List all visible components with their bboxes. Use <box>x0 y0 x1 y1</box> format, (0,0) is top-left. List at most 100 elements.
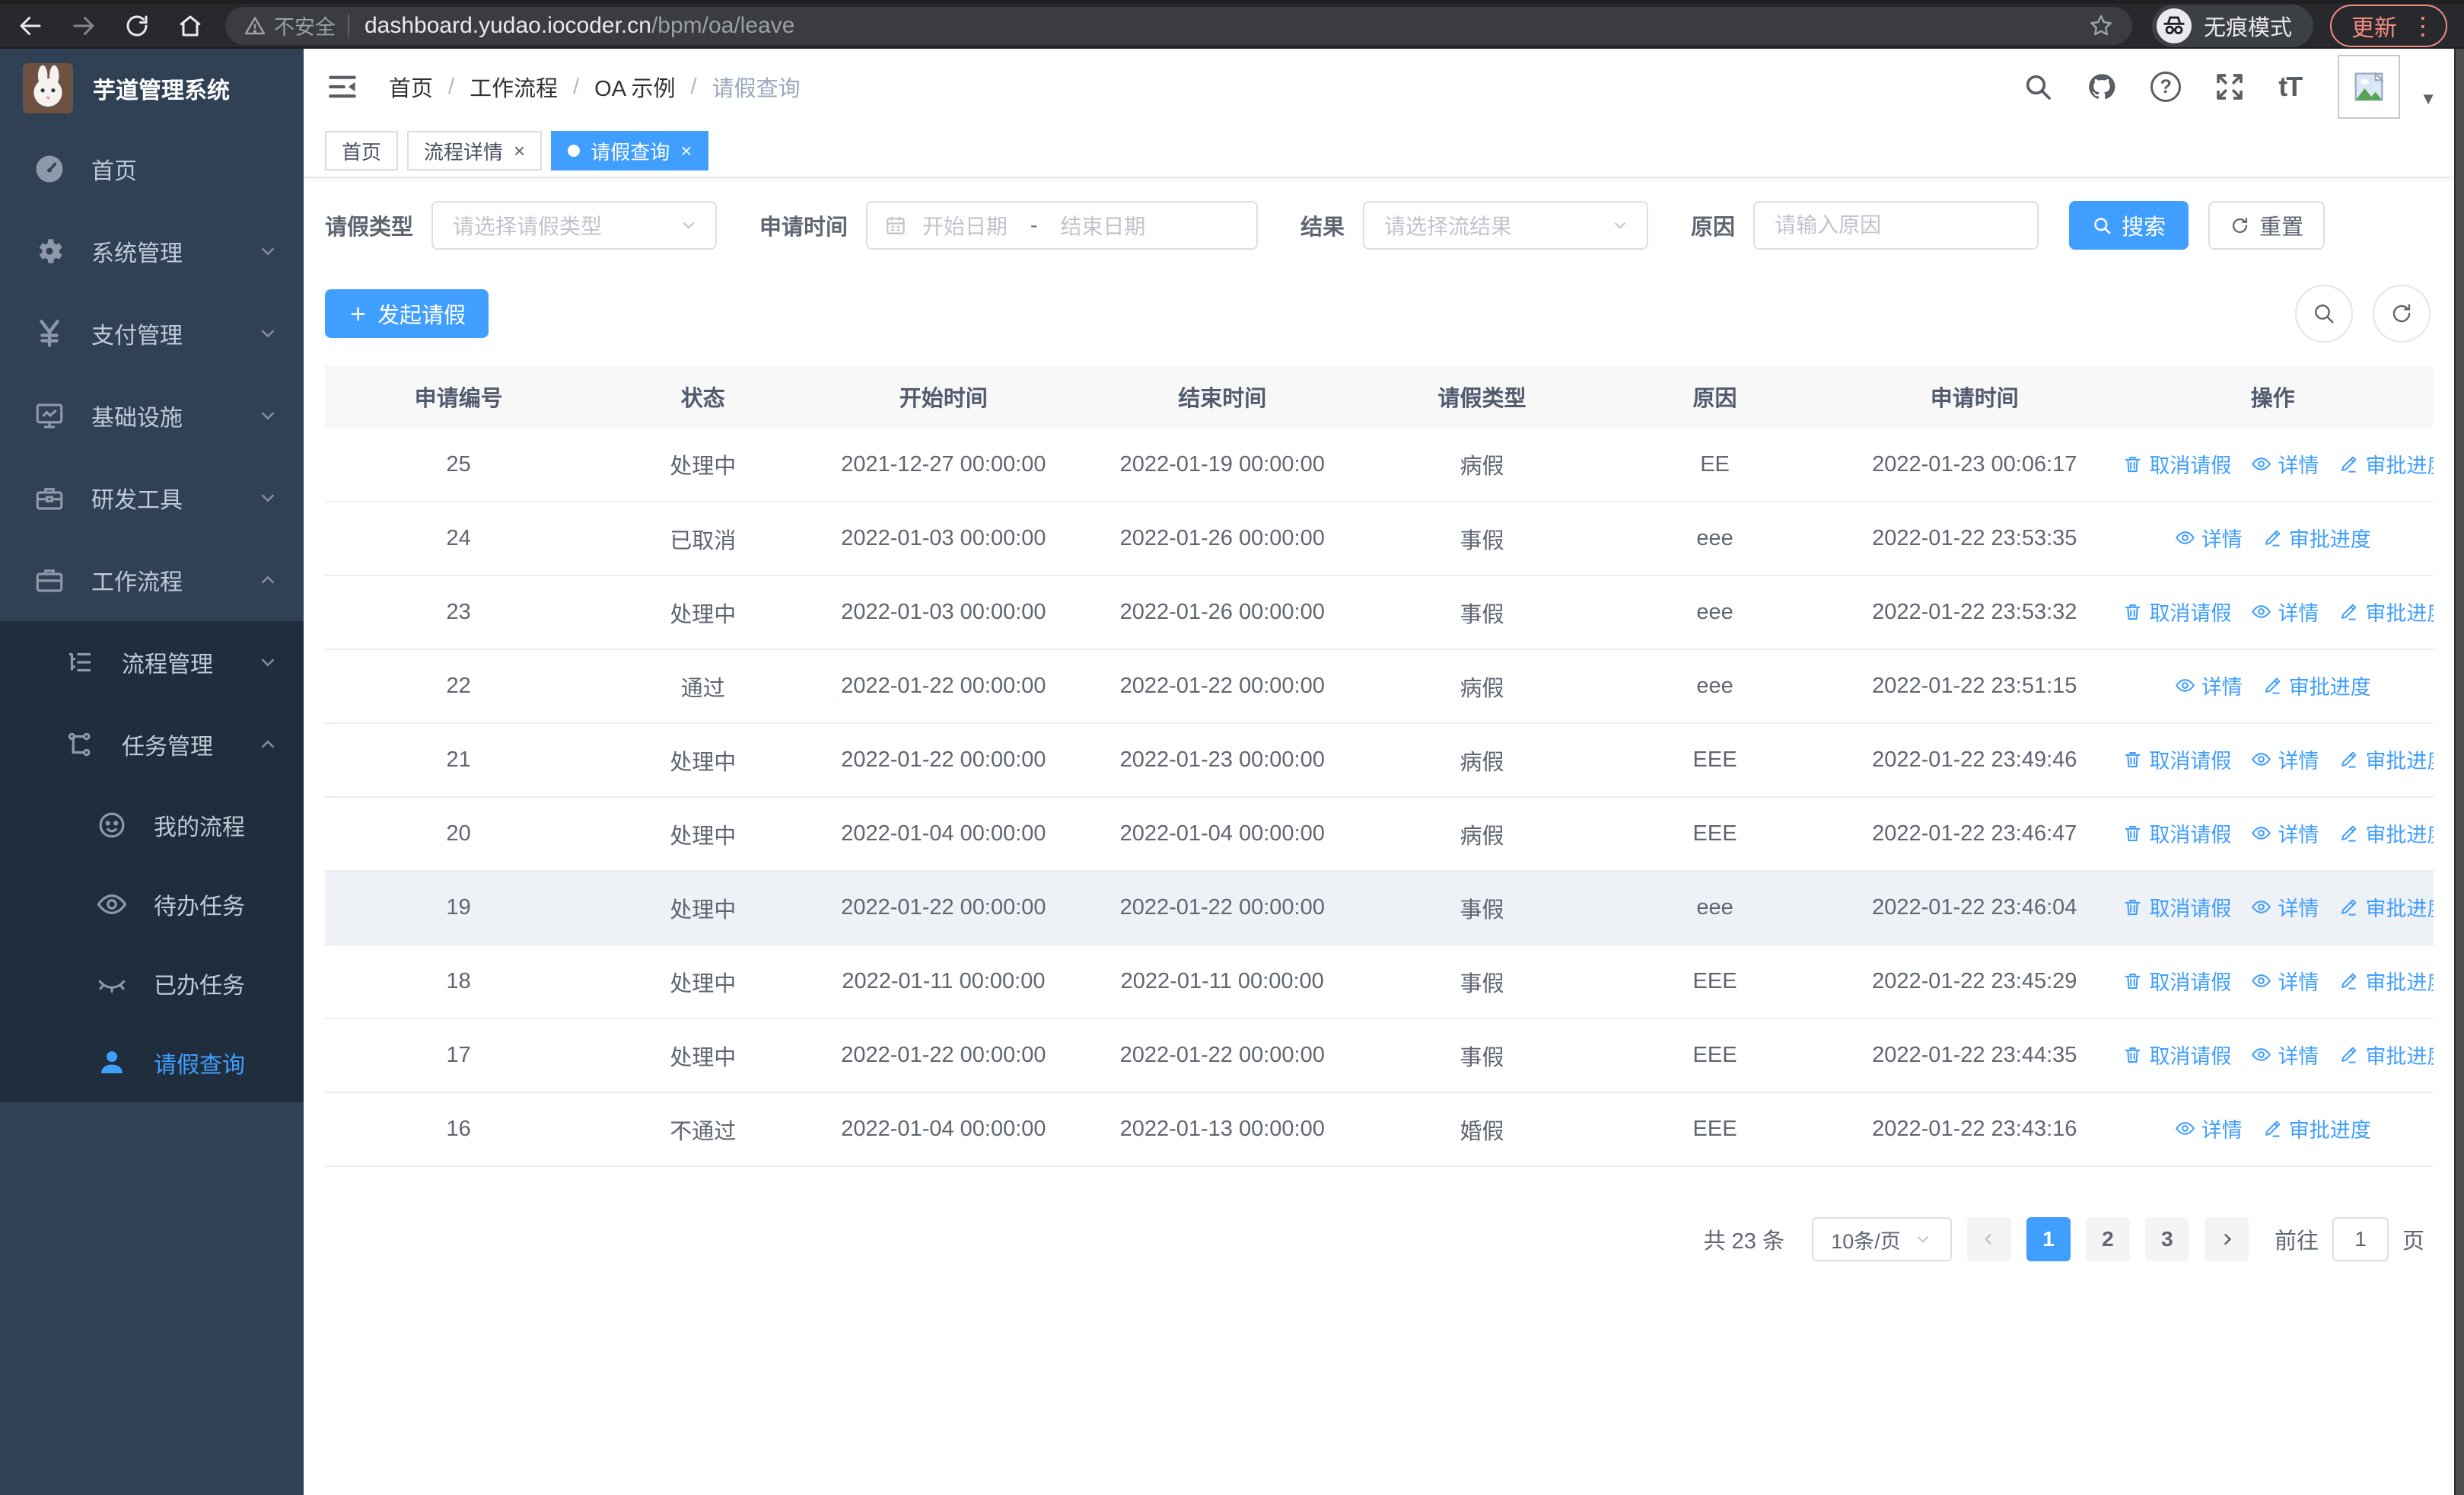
home-icon[interactable] <box>177 12 204 40</box>
action-detail-link[interactable]: 详情 <box>2251 449 2319 479</box>
action-detail-link[interactable]: 详情 <box>2251 744 2319 774</box>
reset-button[interactable]: 重置 <box>2208 201 2326 250</box>
action-progress-link[interactable]: 审批进度 <box>2338 449 2434 479</box>
page-button-2[interactable]: 2 <box>2085 1217 2130 1261</box>
fullscreen-icon[interactable] <box>2214 72 2245 102</box>
action-cancel-link[interactable]: 取消请假 <box>2122 892 2231 922</box>
update-label[interactable]: 更新 <box>2351 9 2397 43</box>
close-icon[interactable]: × <box>514 139 525 163</box>
apply-time-range-picker[interactable]: 开始日期 - 结束日期 <box>866 201 1259 250</box>
breadcrumb-home[interactable]: 首页 <box>389 71 433 103</box>
action-cancel-link[interactable]: 取消请假 <box>2122 818 2231 848</box>
bookmark-star-icon[interactable] <box>2088 13 2114 39</box>
action-progress-link[interactable]: 审批进度 <box>2338 892 2434 922</box>
action-cancel-link[interactable]: 取消请假 <box>2122 966 2231 996</box>
table-row[interactable]: 25 处理中 2021-12-27 00:00:00 2022-01-19 00… <box>325 428 2434 502</box>
eye-open-icon <box>96 888 128 920</box>
app-logo[interactable]: 芋道管理系统 <box>0 49 304 128</box>
action-progress-link[interactable]: 审批进度 <box>2262 671 2371 700</box>
sidebar-item-process-mgmt[interactable]: 流程管理 <box>0 621 304 703</box>
table-row[interactable]: 21 处理中 2022-01-22 00:00:00 2022-01-23 00… <box>325 723 2434 798</box>
action-progress-link[interactable]: 审批进度 <box>2262 1114 2371 1143</box>
sidebar-item-done-tasks[interactable]: 已办任务 <box>0 944 304 1023</box>
breadcrumb-oa-example[interactable]: OA 示例 <box>594 71 675 103</box>
close-icon[interactable]: × <box>680 139 692 163</box>
avatar[interactable] <box>2338 55 2401 119</box>
action-progress-link[interactable]: 审批进度 <box>2338 1040 2434 1069</box>
tab-leave-query[interactable]: 请假查询 × <box>551 131 709 171</box>
forward-icon[interactable] <box>70 12 97 40</box>
action-progress-link[interactable]: 审批进度 <box>2262 523 2371 553</box>
action-cancel-link[interactable]: 取消请假 <box>2122 597 2231 626</box>
page-button-3[interactable]: 3 <box>2144 1217 2189 1261</box>
reload-icon[interactable] <box>123 12 151 40</box>
tab-process-detail[interactable]: 流程详情 × <box>407 131 543 171</box>
security-label[interactable]: 不安全 <box>274 11 336 40</box>
page-size-select[interactable]: 10条/页 <box>1811 1217 1952 1261</box>
cell-actions: 详情 审批进度 <box>2112 502 2434 576</box>
action-detail-link[interactable]: 详情 <box>2175 1114 2243 1143</box>
sidebar-item-infra[interactable]: 基础设施 <box>0 375 304 457</box>
not-secure-warning-icon[interactable] <box>244 14 266 37</box>
sidebar-item-payment[interactable]: 支付管理 <box>0 292 304 375</box>
goto-page-input[interactable] <box>2332 1217 2389 1261</box>
table-row[interactable]: 20 处理中 2022-01-04 00:00:00 2022-01-04 00… <box>325 797 2434 872</box>
action-progress-link[interactable]: 审批进度 <box>2338 597 2434 626</box>
scrollbar[interactable] <box>2454 49 2464 1495</box>
search-button[interactable]: 搜索 <box>2069 201 2189 250</box>
action-detail-link[interactable]: 详情 <box>2175 671 2243 700</box>
sidebar-item-leave-query[interactable]: 请假查询 <box>0 1023 304 1102</box>
address-bar[interactable]: 不安全 dashboard.yudao.iocoder.cn/bpm/oa/le… <box>225 6 2132 45</box>
table-row[interactable]: 23 处理中 2022-01-03 00:00:00 2022-01-26 00… <box>325 575 2434 650</box>
sidebar-toggle-icon[interactable] <box>326 71 358 103</box>
sidebar-item-workflow[interactable]: 工作流程 <box>0 539 304 621</box>
kebab-menu-icon[interactable]: ⋮ <box>2411 14 2435 38</box>
sidebar-item-home[interactable]: 首页 <box>0 128 304 210</box>
back-icon[interactable] <box>17 12 44 40</box>
action-detail-link[interactable]: 详情 <box>2251 818 2319 848</box>
breadcrumb-workflow[interactable]: 工作流程 <box>470 71 558 103</box>
help-icon[interactable]: ? <box>2150 72 2182 102</box>
action-progress-link[interactable]: 审批进度 <box>2338 966 2434 996</box>
action-label: 详情 <box>2201 1119 2243 1142</box>
reason-input[interactable] <box>1753 201 2039 250</box>
table-row[interactable]: 17 处理中 2022-01-22 00:00:00 2022-01-22 00… <box>325 1018 2434 1093</box>
action-detail-link[interactable]: 详情 <box>2175 523 2243 553</box>
search-icon[interactable] <box>2023 72 2053 102</box>
action-cancel-link[interactable]: 取消请假 <box>2122 1040 2231 1069</box>
table-row[interactable]: 18 处理中 2022-01-11 00:00:00 2022-01-11 00… <box>325 945 2434 1019</box>
result-select[interactable]: 请选择流结果 <box>1363 201 1649 250</box>
prev-page-button[interactable] <box>1966 1217 2011 1261</box>
sidebar-item-todo-tasks[interactable]: 待办任务 <box>0 865 304 944</box>
toggle-search-button[interactable] <box>2295 285 2353 343</box>
action-detail-link[interactable]: 详情 <box>2251 892 2319 922</box>
action-progress-link[interactable]: 审批进度 <box>2338 744 2434 774</box>
chevron-down-icon <box>1610 215 1630 235</box>
page-button-1[interactable]: 1 <box>2026 1217 2071 1261</box>
action-progress-link[interactable]: 审批进度 <box>2338 818 2434 848</box>
table-row[interactable]: 24 已取消 2022-01-03 00:00:00 2022-01-26 00… <box>325 502 2434 576</box>
sidebar-item-task-mgmt[interactable]: 任务管理 <box>0 703 304 786</box>
next-page-button[interactable] <box>2204 1217 2249 1261</box>
action-detail-link[interactable]: 详情 <box>2251 966 2319 996</box>
browser-menu-button[interactable]: 更新 ⋮ <box>2330 4 2447 47</box>
leave-type-select[interactable]: 请选择请假类型 <box>431 201 718 250</box>
sidebar-item-system[interactable]: 系统管理 <box>0 210 304 292</box>
caret-down-icon[interactable]: ▼ <box>2420 89 2437 109</box>
table-row[interactable]: 19 处理中 2022-01-22 00:00:00 2022-01-22 00… <box>325 871 2434 945</box>
github-icon[interactable] <box>2087 72 2117 102</box>
action-cancel-link[interactable]: 取消请假 <box>2122 744 2231 774</box>
tree-list-icon <box>64 646 96 678</box>
sidebar-item-my-process[interactable]: 我的流程 <box>0 786 304 865</box>
action-cancel-link[interactable]: 取消请假 <box>2122 449 2231 479</box>
refresh-table-button[interactable] <box>2373 285 2431 343</box>
tab-home[interactable]: 首页 <box>325 131 399 171</box>
font-size-icon[interactable]: tT <box>2278 71 2303 103</box>
action-detail-link[interactable]: 详情 <box>2251 597 2319 626</box>
action-detail-link[interactable]: 详情 <box>2251 1040 2319 1069</box>
create-leave-button[interactable]: 发起请假 <box>325 289 489 338</box>
table-row[interactable]: 16 不通过 2022-01-04 00:00:00 2022-01-13 00… <box>325 1092 2434 1167</box>
sidebar-item-devtools[interactable]: 研发工具 <box>0 457 304 539</box>
page-url[interactable]: dashboard.yudao.iocoder.cn/bpm/oa/leave <box>365 13 794 39</box>
table-row[interactable]: 22 通过 2022-01-22 00:00:00 2022-01-22 00:… <box>325 649 2434 724</box>
